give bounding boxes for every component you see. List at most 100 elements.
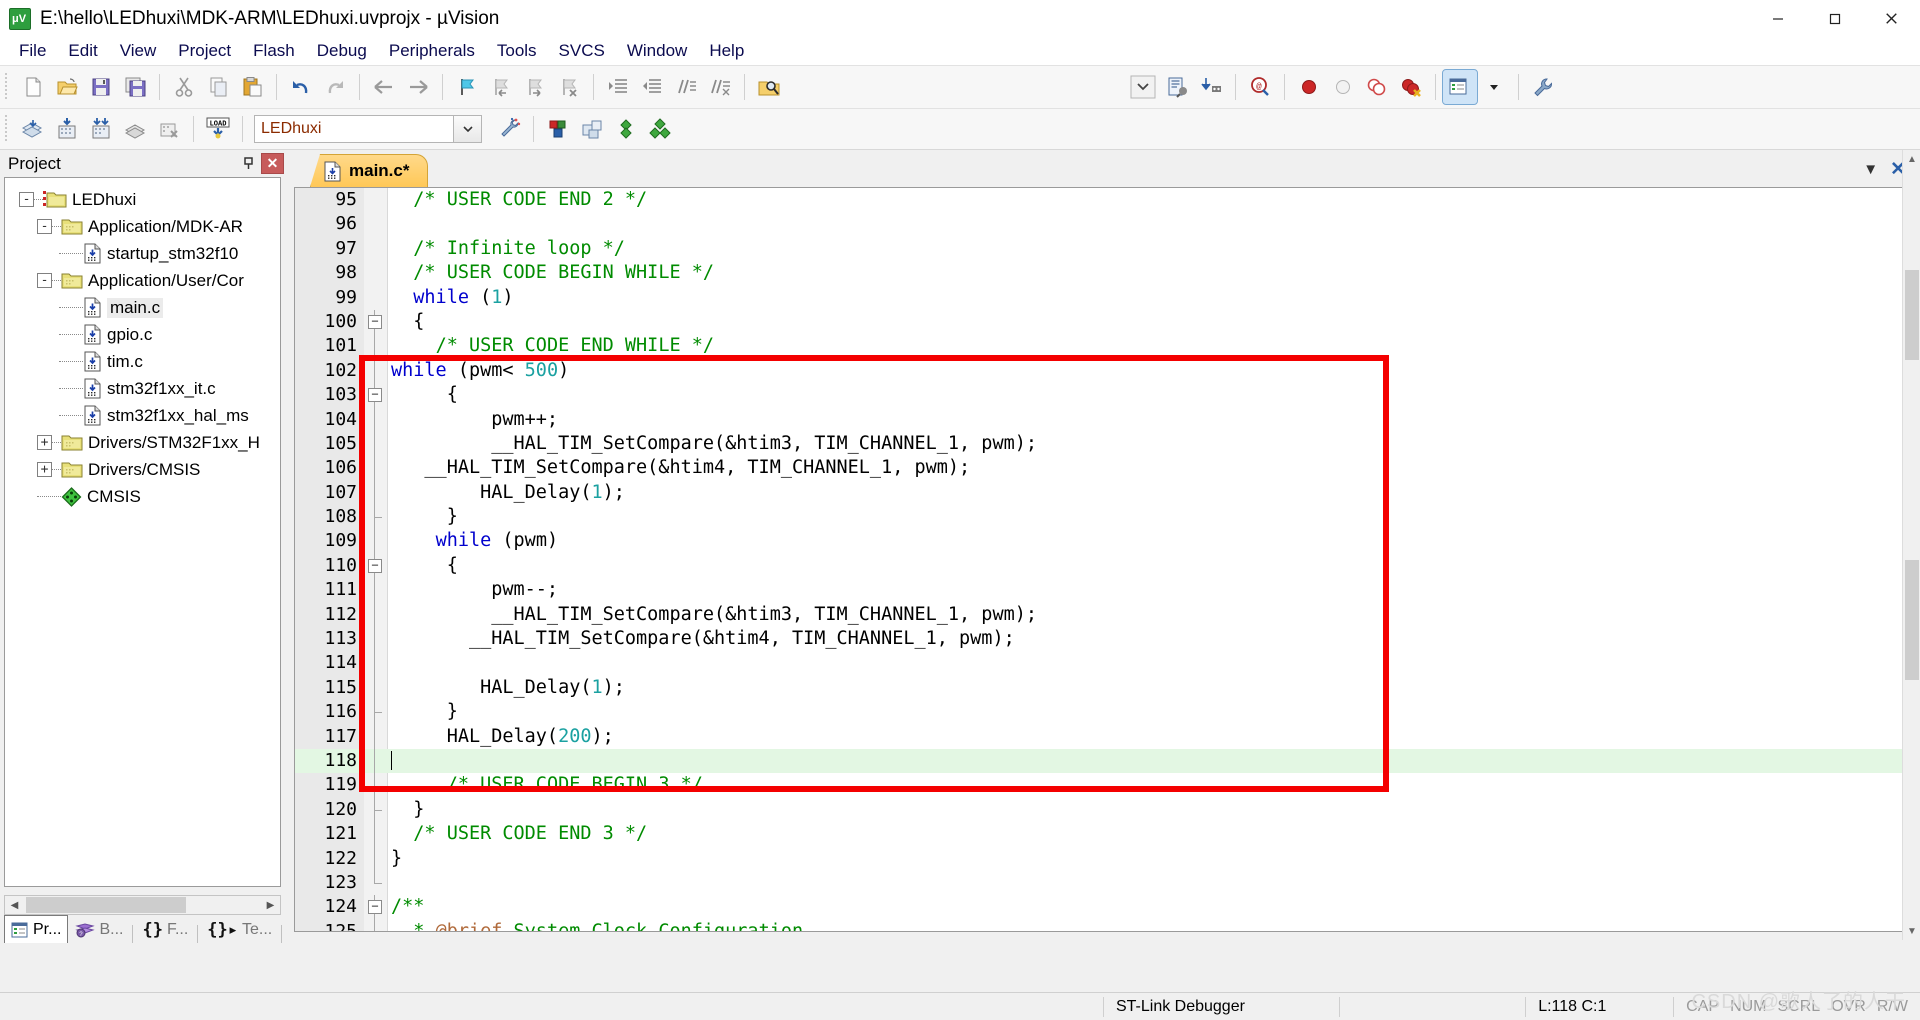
code-line-106[interactable]: 106 __HAL_TIM_SetCompare(&htim4, TIM_CHA… (295, 456, 1909, 480)
close-icon[interactable]: ✕ (261, 153, 284, 174)
tree-item-main-c[interactable]: main.c (9, 294, 280, 321)
uncomment-icon[interactable] (703, 70, 737, 104)
code-line-103[interactable]: 103− { (295, 383, 1909, 407)
code-line-111[interactable]: 111 pwm--; (295, 578, 1909, 602)
menu-view[interactable]: View (109, 38, 168, 64)
scroll-up-icon[interactable]: ▲ (1903, 150, 1920, 168)
bookmark-next-icon[interactable] (518, 70, 552, 104)
rebuild-icon[interactable] (84, 112, 118, 146)
scroll-thumb[interactable] (1905, 560, 1919, 680)
fold-toggle-icon[interactable]: − (368, 900, 382, 914)
new-file-icon[interactable] (16, 70, 50, 104)
code-line-100[interactable]: 100− { (295, 310, 1909, 334)
fold-toggle-icon[interactable]: − (368, 388, 382, 402)
menu-window[interactable]: Window (616, 38, 698, 64)
code-line-115[interactable]: 115 HAL_Delay(1); (295, 676, 1909, 700)
dropdown-caret-icon[interactable] (1126, 70, 1160, 104)
tree-item-drivers-stm32f1xx-h[interactable]: +Drivers/STM32F1xx_H (9, 429, 280, 456)
scroll-thumb[interactable] (26, 897, 186, 913)
cut-icon[interactable] (167, 70, 201, 104)
tree-expander[interactable]: - (19, 192, 34, 207)
code-line-119[interactable]: 119 /* USER CODE BEGIN 3 */ (295, 773, 1909, 797)
minimize-button[interactable] (1749, 0, 1806, 37)
pack-installer-icon[interactable] (575, 112, 609, 146)
code-line-97[interactable]: 97 /* Infinite loop */ (295, 237, 1909, 261)
navigate-back-icon[interactable] (367, 70, 401, 104)
manage-run-time-env-icon[interactable] (643, 112, 677, 146)
kill-all-breakpoints-icon[interactable] (1394, 70, 1428, 104)
run-to-main-icon[interactable] (609, 112, 643, 146)
tree-item-ledhuxi[interactable]: -LEDhuxi (9, 186, 280, 213)
tree-expander[interactable]: + (37, 462, 52, 477)
outdent-icon[interactable] (635, 70, 669, 104)
code-line-124[interactable]: 124−/** (295, 895, 1909, 919)
redo-icon[interactable] (318, 70, 352, 104)
translate-icon[interactable] (16, 112, 50, 146)
comment-icon[interactable] (669, 70, 703, 104)
menu-edit[interactable]: Edit (57, 38, 108, 64)
stop-build-icon[interactable] (152, 112, 186, 146)
code-line-101[interactable]: 101 /* USER CODE END WHILE */ (295, 334, 1909, 358)
code-editor[interactable]: 95 /* USER CODE END 2 */9697 /* Infinite… (294, 187, 1910, 932)
tree-expander[interactable]: + (37, 435, 52, 450)
code-line-105[interactable]: 105 __HAL_TIM_SetCompare(&htim3, TIM_CHA… (295, 432, 1909, 456)
menu-debug[interactable]: Debug (306, 38, 378, 64)
code-line-121[interactable]: 121 /* USER CODE END 3 */ (295, 822, 1909, 846)
close-button[interactable] (1863, 0, 1920, 37)
tree-expander[interactable]: - (37, 219, 52, 234)
tree-item-tim-c[interactable]: tim.c (9, 348, 280, 375)
tree-item-gpio-c[interactable]: gpio.c (9, 321, 280, 348)
project-tree[interactable]: -LEDhuxi-Application/MDK-ARstartup_stm32… (4, 177, 281, 887)
save-all-icon[interactable] (118, 70, 152, 104)
load-icon[interactable]: LOAD (201, 112, 235, 146)
tree-item-application-user-cor[interactable]: -Application/User/Cor (9, 267, 280, 294)
code-line-125[interactable]: 125 * @brief System Clock Configuration (295, 920, 1909, 932)
code-line-96[interactable]: 96 (295, 212, 1909, 236)
code-line-104[interactable]: 104 pwm++; (295, 408, 1909, 432)
disable-all-breakpoints-icon[interactable] (1360, 70, 1394, 104)
open-file-icon[interactable] (50, 70, 84, 104)
code-line-120[interactable]: 120 } (295, 798, 1909, 822)
menu-flash[interactable]: Flash (242, 38, 306, 64)
tree-item-cmsis[interactable]: CMSIS (9, 483, 280, 510)
tree-item-drivers-cmsis[interactable]: +Drivers/CMSIS (9, 456, 280, 483)
indent-icon[interactable] (601, 70, 635, 104)
menu-file[interactable]: File (8, 38, 57, 64)
project-window-icon[interactable] (1443, 70, 1477, 104)
scroll-thumb-upper[interactable] (1905, 270, 1919, 360)
code-line-98[interactable]: 98 /* USER CODE BEGIN WHILE */ (295, 261, 1909, 285)
tree-item-stm32f1xx-hal-ms[interactable]: stm32f1xx_hal_ms (9, 402, 280, 429)
paste-icon[interactable] (235, 70, 269, 104)
target-select[interactable]: LEDhuxi (254, 115, 454, 143)
menu-help[interactable]: Help (698, 38, 755, 64)
maximize-button[interactable] (1806, 0, 1863, 37)
bookmark-clear-icon[interactable] (552, 70, 586, 104)
menu-tools[interactable]: Tools (486, 38, 548, 64)
tree-item-startup-stm32f10[interactable]: startup_stm32f10 (9, 240, 280, 267)
fold-toggle-icon[interactable]: − (368, 315, 382, 329)
code-line-109[interactable]: 109 while (pwm) (295, 529, 1909, 553)
manage-project-icon[interactable] (541, 112, 575, 146)
bookmark-toggle-icon[interactable] (450, 70, 484, 104)
code-line-107[interactable]: 107 HAL_Delay(1); (295, 481, 1909, 505)
editor-vertical-scrollbar[interactable]: ▲ ▼ (1902, 150, 1920, 940)
toolbar-grip[interactable] (3, 73, 12, 101)
fold-toggle-icon[interactable]: − (368, 559, 382, 573)
bookmark-prev-icon[interactable] (484, 70, 518, 104)
utilities-icon[interactable] (1526, 70, 1560, 104)
code-line-117[interactable]: 117 HAL_Delay(200); (295, 725, 1909, 749)
tab-functions[interactable]: {} F... (135, 917, 195, 943)
pin-icon[interactable] (237, 153, 259, 174)
scroll-right-icon[interactable]: ▶ (261, 896, 280, 914)
scroll-left-icon[interactable]: ◀ (5, 896, 24, 914)
editor-tab-main-c[interactable]: main.c* (310, 154, 428, 187)
code-line-102[interactable]: 102while (pwm< 500) (295, 359, 1909, 383)
menu-svcs[interactable]: SVCS (548, 38, 616, 64)
tree-item-stm32f1xx-it-c[interactable]: stm32f1xx_it.c (9, 375, 280, 402)
code-line-95[interactable]: 95 /* USER CODE END 2 */ (295, 188, 1909, 212)
target-options-icon[interactable] (492, 112, 526, 146)
target-select-dropdown[interactable] (454, 115, 482, 143)
code-line-108[interactable]: 108 } (295, 505, 1909, 529)
code-line-116[interactable]: 116 } (295, 700, 1909, 724)
tab-project[interactable]: Pr... (4, 915, 68, 943)
